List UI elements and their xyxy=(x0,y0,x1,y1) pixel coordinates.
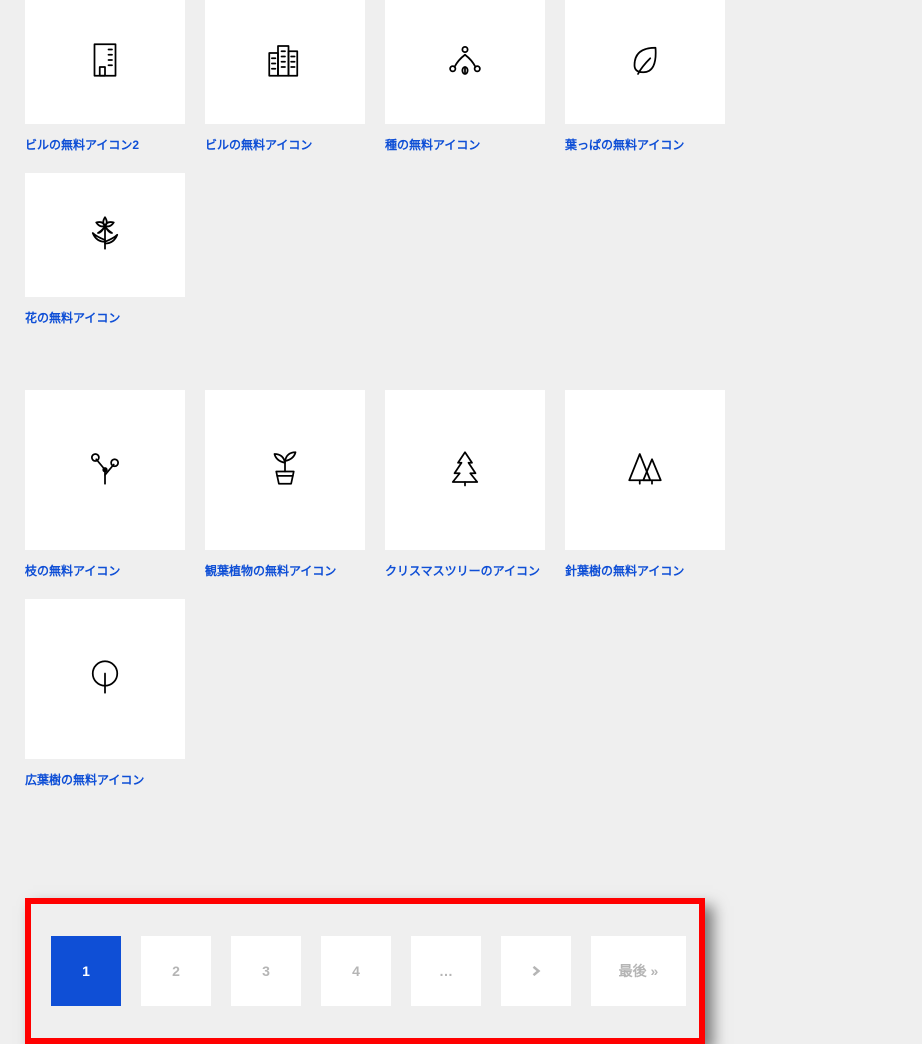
page-next-button[interactable] xyxy=(501,936,571,1006)
flower-icon xyxy=(84,212,126,259)
icon-item: ビルの無料アイコン xyxy=(205,0,365,153)
icon-label[interactable]: 枝の無料アイコン xyxy=(25,562,185,579)
branch-icon xyxy=(84,447,126,494)
buildings-icon xyxy=(264,39,306,86)
icon-grid: 枝の無料アイコン 観葉植物の無料アイコン xyxy=(25,390,897,788)
seed-icon xyxy=(444,39,486,86)
icon-label[interactable]: クリスマスツリーのアイコン xyxy=(385,562,545,579)
page-last-button[interactable]: 最後 » xyxy=(591,936,686,1006)
icon-card-building[interactable] xyxy=(25,0,185,124)
icon-label[interactable]: 葉っぱの無料アイコン xyxy=(565,136,725,153)
icon-item: 枝の無料アイコン xyxy=(25,390,185,579)
icon-card-buildings[interactable] xyxy=(205,0,365,124)
icon-card-christmas-tree[interactable] xyxy=(385,390,545,550)
icon-label[interactable]: 花の無料アイコン xyxy=(25,309,185,326)
icon-item: 観葉植物の無料アイコン xyxy=(205,390,365,579)
icon-label[interactable]: ビルの無料アイコン xyxy=(205,136,365,153)
icon-label[interactable]: ビルの無料アイコン2 xyxy=(25,136,185,153)
icon-item: クリスマスツリーのアイコン xyxy=(385,390,545,579)
icon-grid: ビルの無料アイコン2 xyxy=(25,0,897,326)
icon-card-seed[interactable] xyxy=(385,0,545,124)
icon-label[interactable]: 観葉植物の無料アイコン xyxy=(205,562,365,579)
icon-card-conifer[interactable] xyxy=(565,390,725,550)
page-2-button[interactable]: 2 xyxy=(141,936,211,1006)
icon-item: 葉っぱの無料アイコン xyxy=(565,0,725,153)
page-ellipsis: … xyxy=(411,936,481,1006)
icon-card-leaf[interactable] xyxy=(565,0,725,124)
pagination: 1 2 3 4 … 最後 » xyxy=(25,898,705,1044)
page-3-button[interactable]: 3 xyxy=(231,936,301,1006)
page-1-button[interactable]: 1 xyxy=(51,936,121,1006)
icon-card-flower[interactable] xyxy=(25,173,185,297)
houseplant-icon xyxy=(264,447,306,494)
icon-item: 針葉樹の無料アイコン xyxy=(565,390,725,579)
icon-item: 花の無料アイコン xyxy=(25,173,185,326)
leaf-icon xyxy=(624,39,666,86)
page-4-button[interactable]: 4 xyxy=(321,936,391,1006)
broadleaf-tree-icon xyxy=(84,656,126,703)
conifer-icon xyxy=(624,447,666,494)
icon-label[interactable]: 針葉樹の無料アイコン xyxy=(565,562,725,579)
chevron-right-icon xyxy=(531,963,541,979)
icon-item: 広葉樹の無料アイコン xyxy=(25,599,185,788)
icon-item: ビルの無料アイコン2 xyxy=(25,0,185,153)
icon-card-broadleaf[interactable] xyxy=(25,599,185,759)
icon-label[interactable]: 広葉樹の無料アイコン xyxy=(25,771,185,788)
icon-card-houseplant[interactable] xyxy=(205,390,365,550)
icon-label[interactable]: 種の無料アイコン xyxy=(385,136,545,153)
christmas-tree-icon xyxy=(444,447,486,494)
building-icon xyxy=(84,39,126,86)
icon-item: 種の無料アイコン xyxy=(385,0,545,153)
icon-card-branch[interactable] xyxy=(25,390,185,550)
